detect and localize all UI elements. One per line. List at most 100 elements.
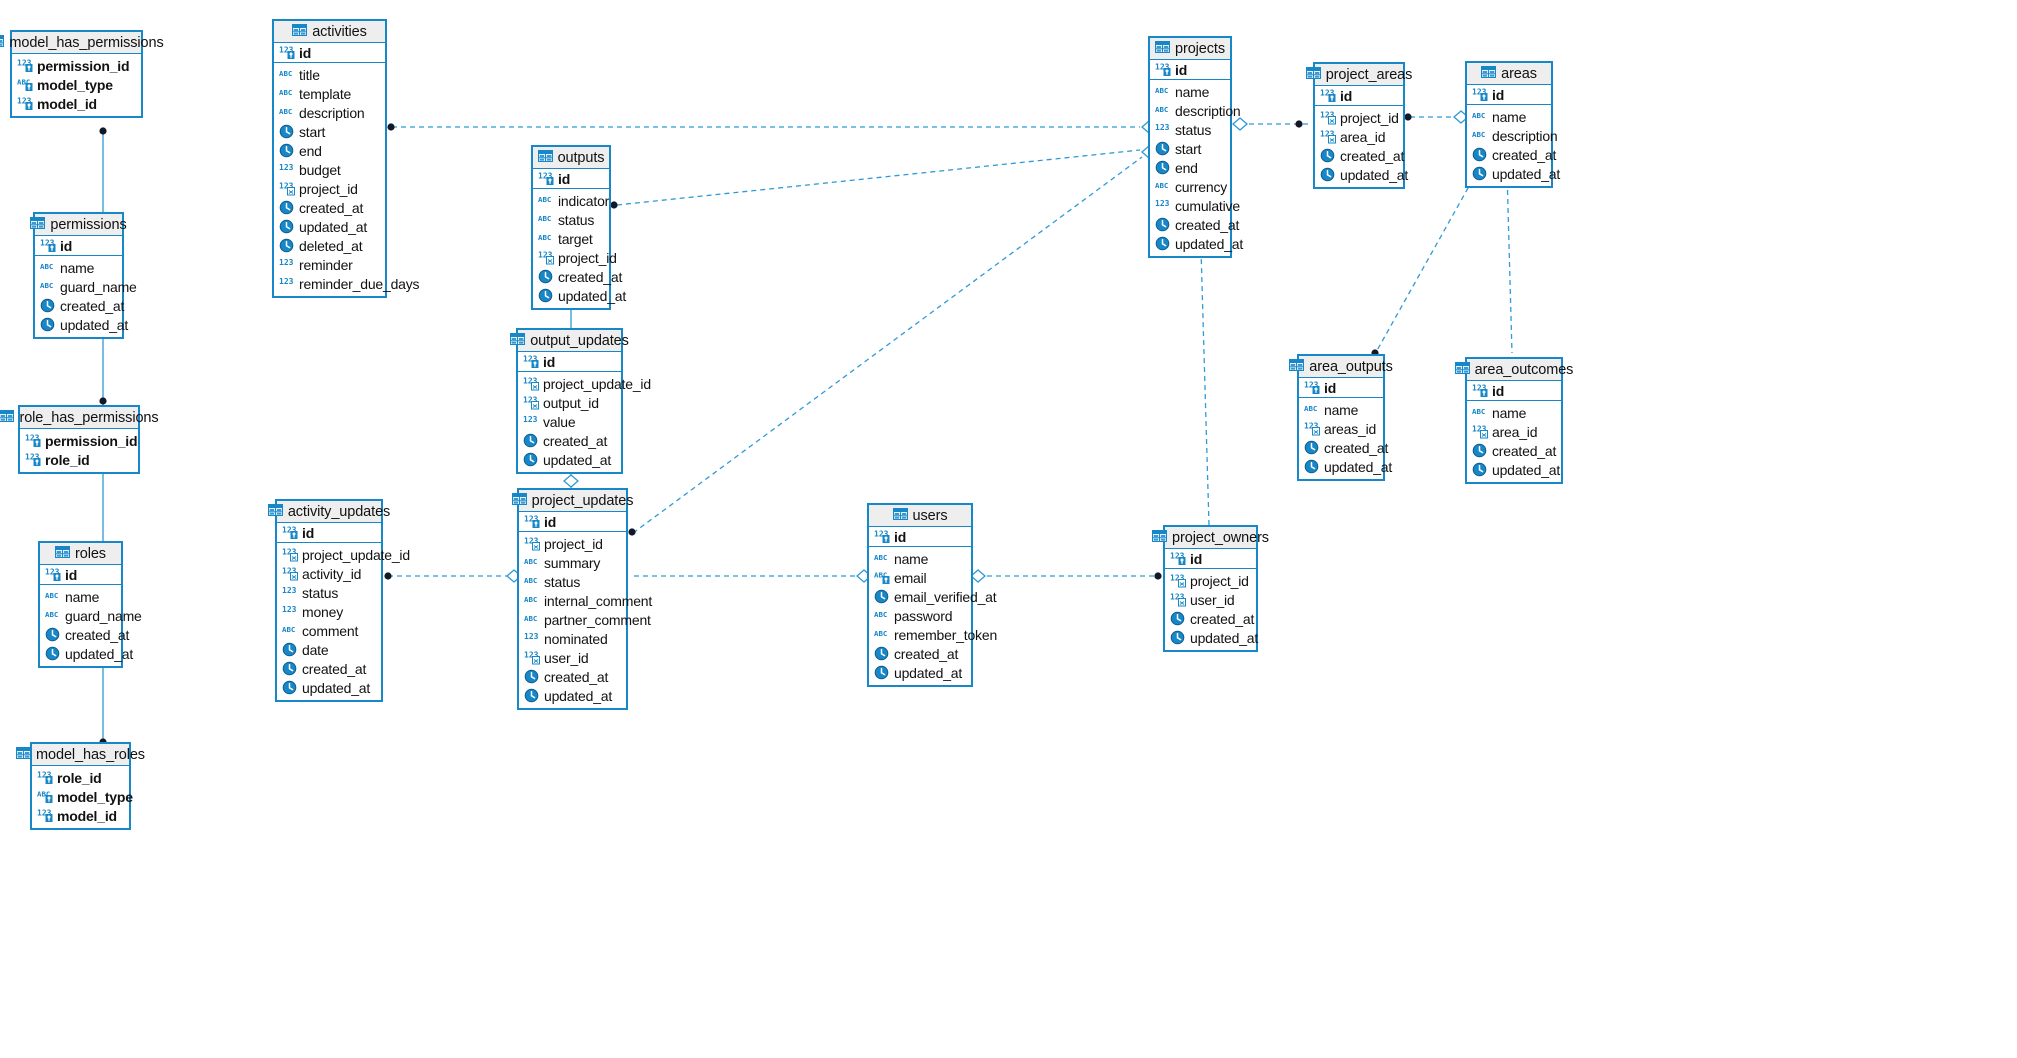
column-id[interactable]: 123 id (1299, 378, 1383, 397)
table-project_updates[interactable]: project_updates 123 id 123 project_id AB… (511, 488, 652, 710)
column-updated_at[interactable]: updated_at (1315, 165, 1408, 184)
column-start[interactable]: start (1150, 139, 1230, 158)
column-status[interactable]: ABC status (519, 572, 626, 591)
column-project_id[interactable]: 123 project_id (1165, 571, 1256, 590)
column-description[interactable]: ABC description (1150, 101, 1241, 120)
column-updated_at[interactable]: updated_at (1467, 460, 1561, 479)
column-email[interactable]: ABC email (869, 568, 971, 587)
table-header[interactable]: users (869, 505, 971, 527)
column-guard_name[interactable]: ABC guard_name (40, 606, 142, 625)
table-header[interactable]: permissions (30, 214, 127, 236)
table-permissions[interactable]: permissions 123 id ABC name ABC guard_na… (30, 212, 137, 339)
column-end[interactable]: end (274, 141, 385, 160)
column-name[interactable]: ABC name (1150, 82, 1230, 101)
column-id[interactable]: 123 id (518, 352, 621, 371)
column-created_at[interactable]: created_at (518, 431, 621, 450)
column-updated_at[interactable]: updated_at (274, 217, 385, 236)
column-activity_id[interactable]: 123 activity_id (277, 564, 381, 583)
column-id[interactable]: 123 id (869, 527, 971, 546)
column-area_id[interactable]: 123 area_id (1467, 422, 1561, 441)
column-id[interactable]: 123 id (35, 236, 122, 255)
column-model_type[interactable]: ABC model_type (32, 787, 133, 806)
column-created_at[interactable]: created_at (869, 644, 971, 663)
column-created_at[interactable]: created_at (274, 198, 385, 217)
column-model_id[interactable]: 123 model_id (12, 94, 141, 113)
column-updated_at[interactable]: updated_at (1150, 234, 1243, 253)
table-users[interactable]: users 123 id ABC name ABC email email_ve… (867, 503, 997, 687)
column-description[interactable]: ABC description (1467, 126, 1558, 145)
column-permission_id[interactable]: 123 permission_id (20, 431, 138, 450)
column-status[interactable]: ABC status (533, 210, 609, 229)
column-start[interactable]: start (274, 122, 385, 141)
column-area_id[interactable]: 123 area_id (1315, 127, 1403, 146)
column-role_id[interactable]: 123 role_id (20, 450, 138, 469)
column-partner_comment[interactable]: ABC partner_comment (519, 610, 651, 629)
column-reminder[interactable]: 123 reminder (274, 255, 385, 274)
column-deleted_at[interactable]: deleted_at (274, 236, 385, 255)
column-money[interactable]: 123 money (277, 602, 381, 621)
table-outputs[interactable]: outputs 123 id ABC indicator ABC status … (531, 145, 626, 310)
column-id[interactable]: 123 id (277, 523, 381, 542)
table-role_has_permissions[interactable]: role_has_permissions 123 permission_id 1… (0, 405, 159, 474)
column-project_id[interactable]: 123 project_id (1315, 108, 1403, 127)
column-name[interactable]: ABC name (1299, 400, 1383, 419)
column-project_id[interactable]: 123 project_id (519, 534, 626, 553)
column-date[interactable]: date (277, 640, 381, 659)
column-reminder_due_days[interactable]: 123 reminder_due_days (274, 274, 420, 293)
column-template[interactable]: ABC template (274, 84, 385, 103)
column-user_id[interactable]: 123 user_id (1165, 590, 1256, 609)
table-area_outputs[interactable]: area_outputs 123 id ABC name 123 areas_i… (1289, 354, 1393, 481)
column-created_at[interactable]: created_at (1299, 438, 1388, 457)
table-output_updates[interactable]: output_updates 123 id 123 project_update… (510, 328, 651, 474)
table-header[interactable]: model_has_roles (16, 744, 145, 766)
column-areas_id[interactable]: 123 areas_id (1299, 419, 1383, 438)
table-area_outcomes[interactable]: area_outcomes 123 id ABC name 123 area_i… (1454, 357, 1573, 484)
column-project_id[interactable]: 123 project_id (533, 248, 617, 267)
table-header[interactable]: activities (274, 21, 385, 43)
column-name[interactable]: ABC name (1467, 403, 1561, 422)
table-header[interactable]: projects (1150, 38, 1230, 60)
column-updated_at[interactable]: updated_at (1165, 628, 1258, 647)
table-roles[interactable]: roles 123 id ABC name ABC guard_name cre… (38, 541, 142, 668)
table-header[interactable]: project_updates (511, 490, 633, 512)
column-updated_at[interactable]: updated_at (533, 286, 626, 305)
column-id[interactable]: 123 id (274, 43, 385, 62)
column-status[interactable]: 123 status (1150, 120, 1230, 139)
column-project_update_id[interactable]: 123 project_update_id (518, 374, 651, 393)
column-role_id[interactable]: 123 role_id (32, 768, 129, 787)
table-header[interactable]: area_outcomes (1454, 359, 1573, 381)
column-permission_id[interactable]: 123 permission_id (12, 56, 141, 75)
table-model_has_permissions[interactable]: model_has_permissions 123 permission_id … (0, 30, 164, 118)
column-target[interactable]: ABC target (533, 229, 609, 248)
column-currency[interactable]: ABC currency (1150, 177, 1230, 196)
column-password[interactable]: ABC password (869, 606, 971, 625)
column-id[interactable]: 123 id (533, 169, 609, 188)
column-description[interactable]: ABC description (274, 103, 385, 122)
column-title[interactable]: ABC title (274, 65, 385, 84)
table-model_has_roles[interactable]: model_has_roles 123 role_id ABC model_ty… (16, 742, 145, 830)
column-project_id[interactable]: 123 project_id (274, 179, 385, 198)
column-email_verified_at[interactable]: email_verified_at (869, 587, 997, 606)
table-header[interactable]: project_areas (1305, 64, 1412, 86)
column-output_id[interactable]: 123 output_id (518, 393, 621, 412)
column-created_at[interactable]: created_at (1315, 146, 1404, 165)
column-name[interactable]: ABC name (869, 549, 971, 568)
column-indicator[interactable]: ABC indicator (533, 191, 609, 210)
column-budget[interactable]: 123 budget (274, 160, 385, 179)
table-header[interactable]: activity_updates (267, 501, 390, 523)
table-header[interactable]: areas (1467, 63, 1551, 85)
table-header[interactable]: project_owners (1152, 527, 1269, 549)
table-header[interactable]: outputs (533, 147, 609, 169)
table-header[interactable]: output_updates (510, 330, 629, 352)
column-created_at[interactable]: created_at (40, 625, 129, 644)
column-id[interactable]: 123 id (1467, 85, 1551, 104)
column-model_type[interactable]: ABC model_type (12, 75, 141, 94)
column-project_update_id[interactable]: 123 project_update_id (277, 545, 410, 564)
table-projects[interactable]: projects 123 id ABC name ABC description… (1148, 36, 1243, 258)
column-user_id[interactable]: 123 user_id (519, 648, 626, 667)
table-project_areas[interactable]: project_areas 123 id 123 project_id 123 … (1305, 62, 1412, 189)
column-id[interactable]: 123 id (1150, 60, 1230, 79)
column-id[interactable]: 123 id (1467, 381, 1561, 400)
column-created_at[interactable]: created_at (277, 659, 381, 678)
column-id[interactable]: 123 id (1315, 86, 1403, 105)
